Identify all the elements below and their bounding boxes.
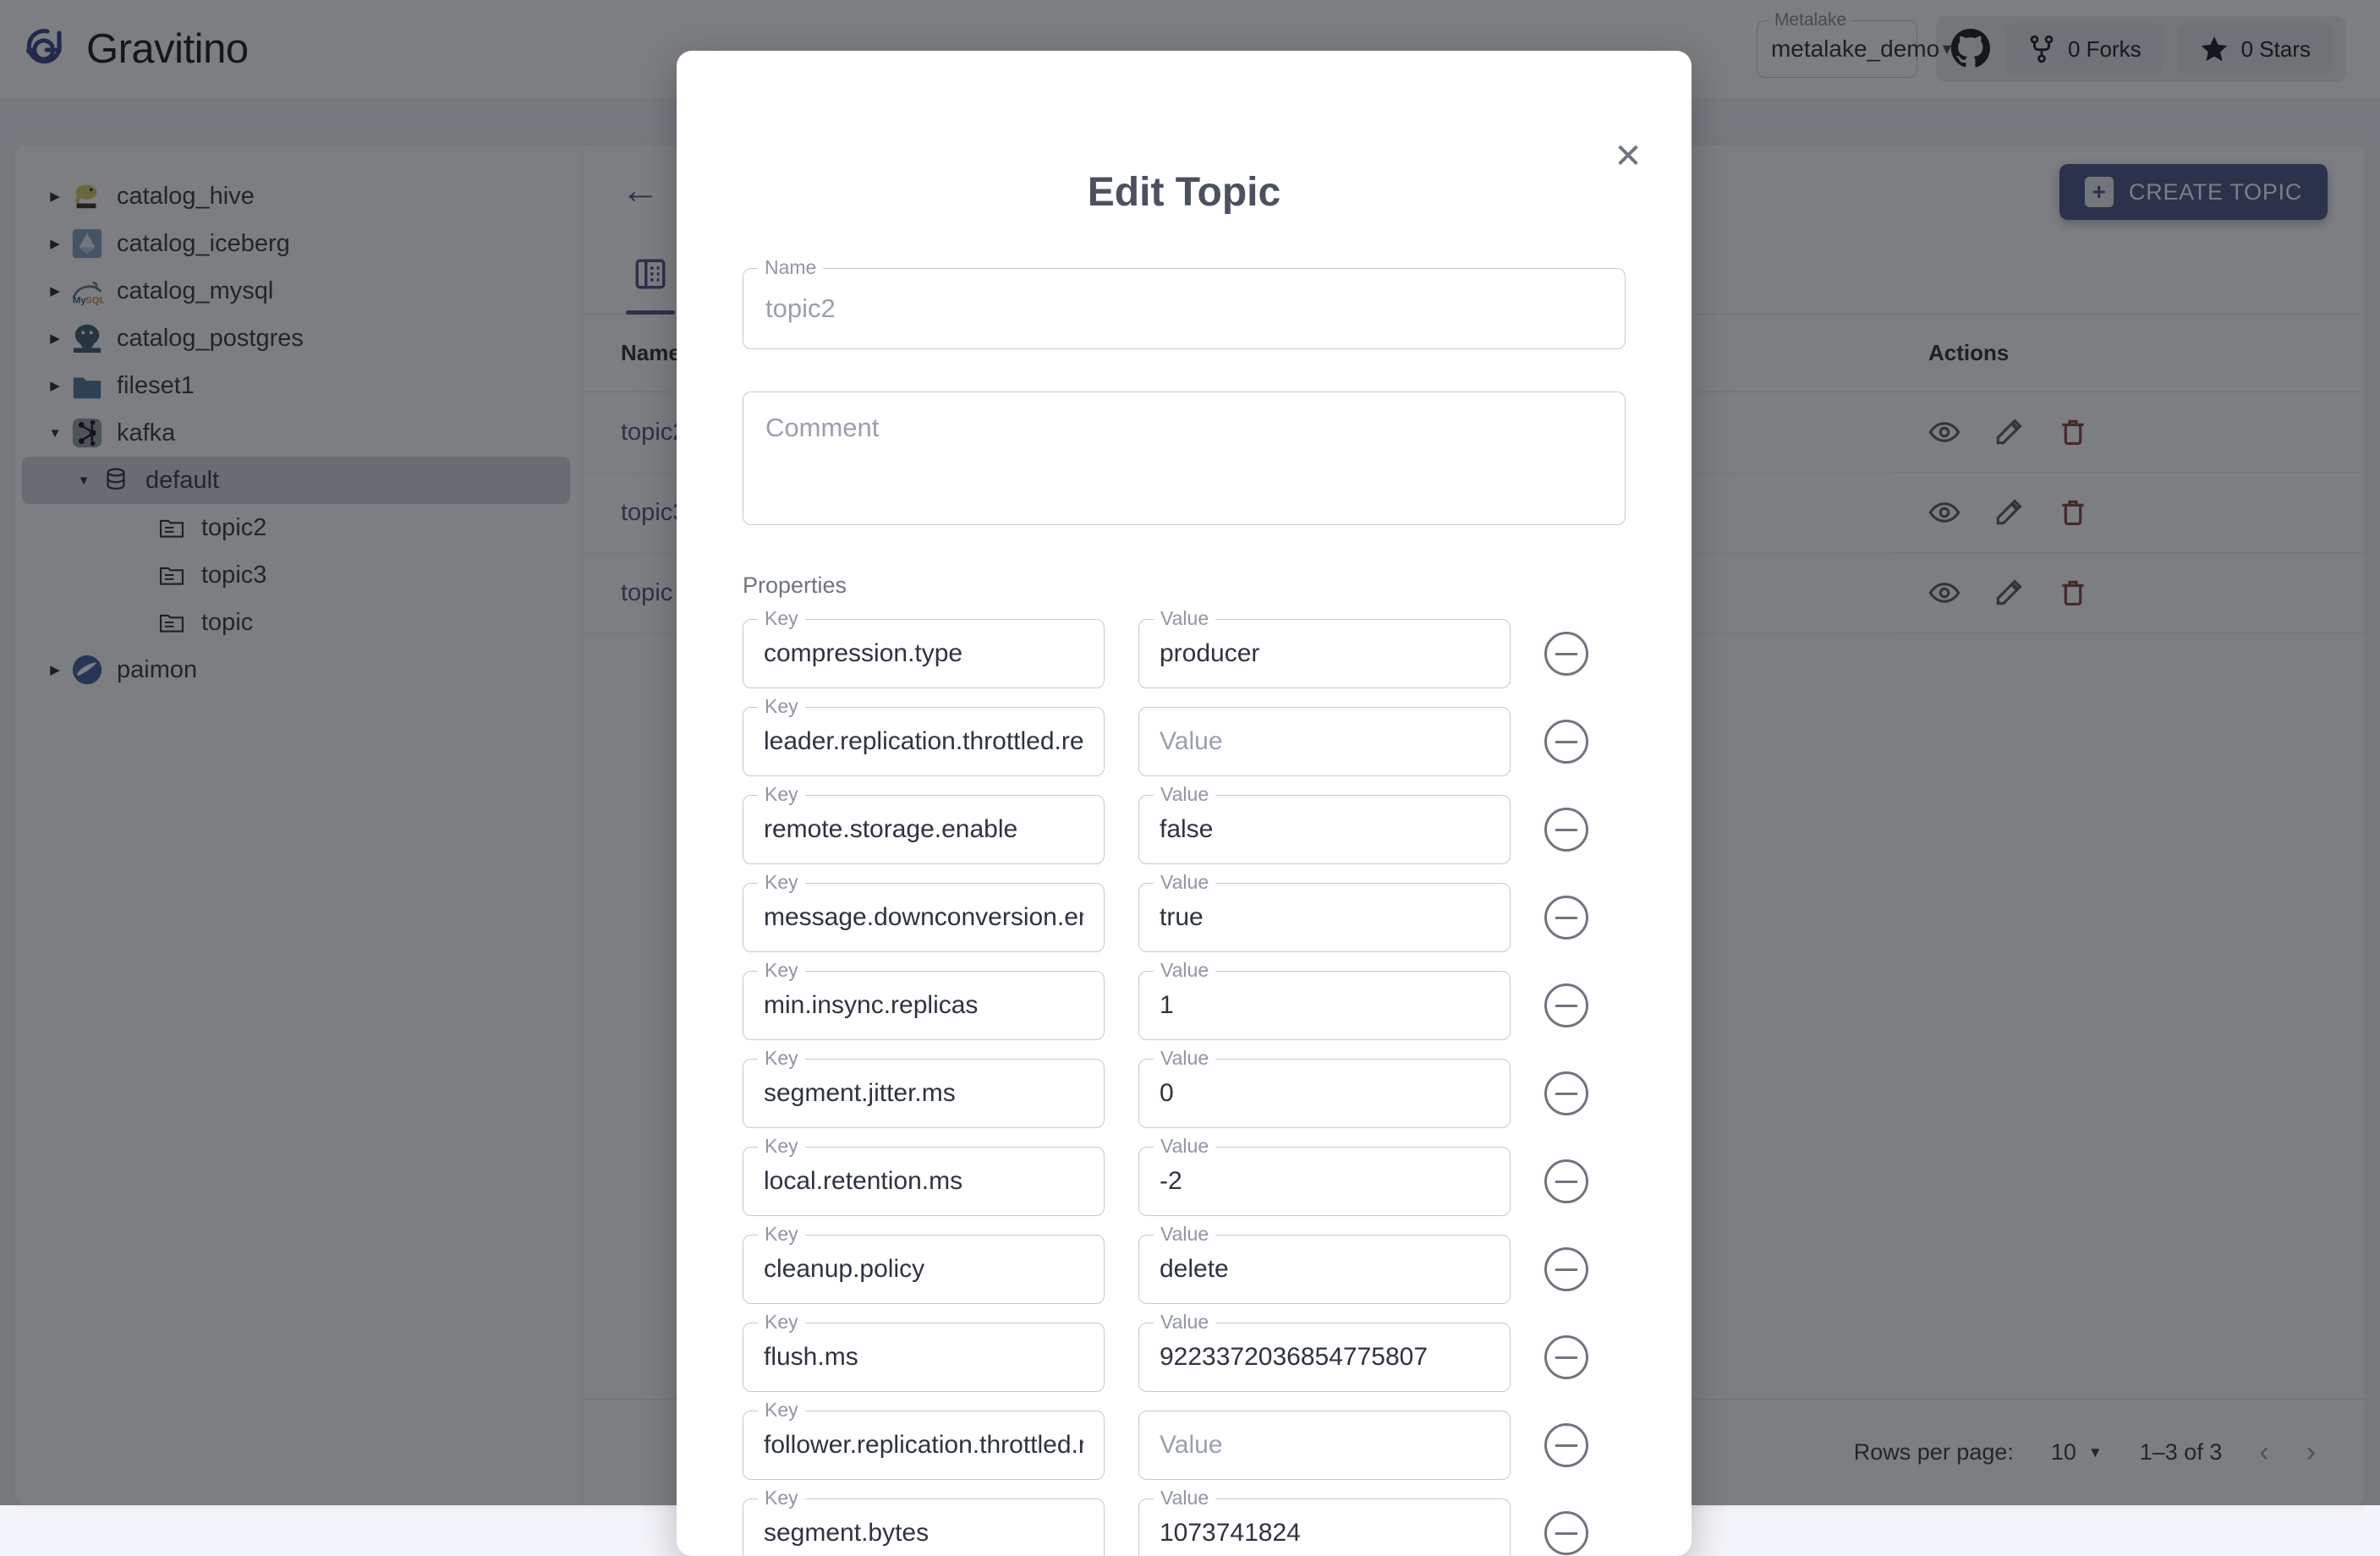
close-icon[interactable]: ✕ — [1609, 137, 1648, 176]
property-value-field: Value — [1138, 1147, 1511, 1216]
minus-circle-icon[interactable] — [1544, 808, 1588, 852]
property-row: Key Value — [743, 1059, 1626, 1128]
property-value-input[interactable] — [1138, 1411, 1511, 1480]
property-key-field: Key — [743, 1498, 1105, 1556]
property-key-legend: Key — [758, 959, 805, 982]
minus-circle-icon[interactable] — [1544, 1071, 1588, 1115]
minus-circle-icon[interactable] — [1544, 632, 1588, 676]
property-key-legend: Key — [758, 1223, 805, 1246]
property-key-legend: Key — [758, 1399, 805, 1422]
property-row: Key Value — [743, 1147, 1626, 1216]
minus-circle-icon[interactable] — [1544, 1159, 1588, 1203]
topic-name-field: Name — [743, 268, 1626, 349]
property-value-field: Value — [1138, 1323, 1511, 1392]
property-key-field: Key — [743, 1059, 1105, 1128]
property-key-field: Key — [743, 971, 1105, 1040]
minus-circle-icon[interactable] — [1544, 983, 1588, 1027]
property-key-field: Key — [743, 1147, 1105, 1216]
property-value-field: Value — [1138, 971, 1511, 1040]
topic-name-input[interactable] — [743, 268, 1626, 349]
property-row: Key Value — [743, 795, 1626, 864]
property-value-field: Value — [1138, 795, 1511, 864]
property-key-field: Key — [743, 707, 1105, 776]
property-key-legend: Key — [758, 783, 805, 806]
property-key-legend: Key — [758, 695, 805, 718]
minus-circle-icon[interactable] — [1544, 1423, 1588, 1467]
property-key-legend: Key — [758, 1487, 805, 1509]
property-key-legend: Key — [758, 1135, 805, 1158]
minus-circle-icon[interactable] — [1544, 896, 1588, 940]
property-value-field: Value — [1138, 1059, 1511, 1128]
property-row: Key — [743, 707, 1626, 776]
property-key-field: Key — [743, 1323, 1105, 1392]
property-row: Key Value — [743, 883, 1626, 952]
properties-list: KeyValueKeyKeyValueKeyValueKeyValueKeyVa… — [743, 619, 1626, 1556]
property-key-field: Key — [743, 1411, 1105, 1480]
dialog-body: Name Properties KeyValueKeyKeyValueKeyVa… — [677, 216, 1692, 1556]
property-key-field: Key — [743, 619, 1105, 688]
property-row: Key — [743, 1411, 1626, 1480]
property-key-field: Key — [743, 795, 1105, 864]
topic-comment-input[interactable] — [743, 392, 1626, 525]
property-row: Key Value — [743, 1235, 1626, 1304]
edit-topic-dialog: ✕ Edit Topic Name Properties KeyValueKey… — [677, 51, 1692, 1556]
minus-circle-icon[interactable] — [1544, 720, 1588, 764]
property-row: Key Value — [743, 971, 1626, 1040]
property-value-legend: Value — [1154, 1047, 1215, 1070]
minus-circle-icon[interactable] — [1544, 1335, 1588, 1379]
property-key-field: Key — [743, 1235, 1105, 1304]
property-row: Key Value — [743, 1323, 1626, 1392]
property-value-field: Value — [1138, 1235, 1511, 1304]
property-value-legend: Value — [1154, 871, 1215, 894]
property-value-legend: Value — [1154, 959, 1215, 982]
property-value-field — [1138, 707, 1511, 776]
minus-circle-icon[interactable] — [1544, 1247, 1588, 1291]
topic-comment-field — [743, 392, 1626, 525]
property-value-legend: Value — [1154, 1135, 1215, 1158]
properties-label: Properties — [743, 573, 1626, 599]
property-key-legend: Key — [758, 1047, 805, 1070]
property-value-legend: Value — [1154, 1311, 1215, 1334]
property-value-field: Value — [1138, 619, 1511, 688]
property-value-input[interactable] — [1138, 707, 1511, 776]
property-row: Key Value — [743, 1498, 1626, 1556]
topic-name-legend: Name — [758, 256, 823, 279]
property-key-field: Key — [743, 883, 1105, 952]
property-value-field — [1138, 1411, 1511, 1480]
property-value-legend: Value — [1154, 1223, 1215, 1246]
dialog-title: Edit Topic — [677, 51, 1692, 216]
minus-circle-icon[interactable] — [1544, 1511, 1588, 1555]
property-value-field: Value — [1138, 1498, 1511, 1556]
property-row: Key Value — [743, 619, 1626, 688]
property-key-legend: Key — [758, 871, 805, 894]
property-key-legend: Key — [758, 1311, 805, 1334]
property-value-legend: Value — [1154, 1487, 1215, 1509]
property-value-legend: Value — [1154, 783, 1215, 806]
property-value-field: Value — [1138, 883, 1511, 952]
property-key-legend: Key — [758, 607, 805, 630]
property-value-legend: Value — [1154, 607, 1215, 630]
